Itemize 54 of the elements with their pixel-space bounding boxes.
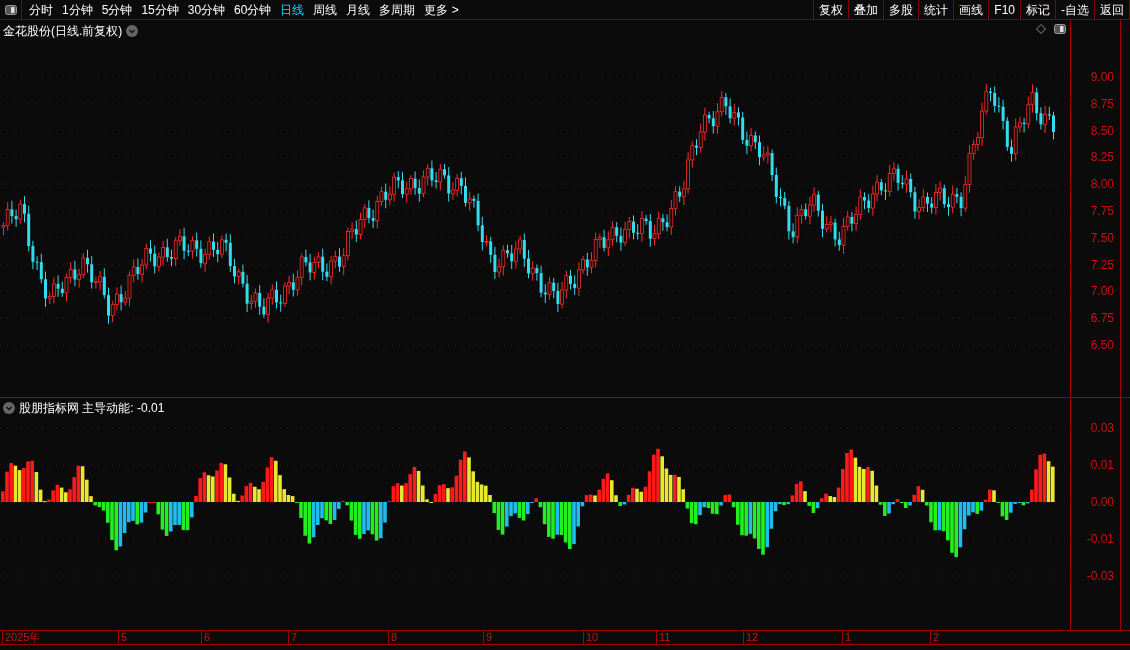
diamond-icon[interactable] bbox=[1036, 24, 1046, 34]
indicator-label: -0.01 bbox=[1086, 533, 1114, 545]
date-label: 9 bbox=[483, 631, 493, 644]
indicator-label: 0.00 bbox=[1090, 496, 1114, 508]
toolbar-button[interactable]: 标记 bbox=[1021, 0, 1056, 19]
period-tab[interactable]: 多周期 bbox=[379, 0, 416, 19]
price-label: 7.50 bbox=[1090, 231, 1114, 244]
toolbar-button[interactable]: F10 bbox=[989, 0, 1021, 19]
date-label: 5 bbox=[118, 631, 128, 644]
chart-title: 金花股份(日线.前复权) bbox=[3, 23, 123, 40]
price-label: 8.00 bbox=[1090, 178, 1114, 191]
price-label: 8.50 bbox=[1090, 124, 1114, 137]
price-label: 6.75 bbox=[1090, 312, 1114, 325]
indicator-label: 0.03 bbox=[1090, 422, 1114, 434]
price-label: 9.00 bbox=[1090, 71, 1114, 83]
period-tab[interactable]: 15分钟 bbox=[141, 0, 179, 19]
period-tab[interactable]: 1分钟 bbox=[62, 0, 93, 19]
date-label: 8 bbox=[388, 631, 398, 644]
price-label: 8.25 bbox=[1090, 151, 1114, 164]
date-label: 2025年 bbox=[2, 631, 41, 644]
toolbar-button[interactable]: 画线 bbox=[954, 0, 990, 19]
date-label: 10 bbox=[583, 631, 599, 644]
toolbar-button[interactable]: -自选 bbox=[1056, 0, 1095, 19]
date-label: 1 bbox=[842, 631, 852, 644]
chevron-down-icon[interactable] bbox=[3, 402, 15, 414]
date-label: 12 bbox=[743, 631, 759, 644]
period-tab[interactable]: 日线 bbox=[280, 0, 305, 19]
period-tab[interactable]: 更多 > bbox=[424, 0, 459, 19]
toolbar-button[interactable]: 统计 bbox=[919, 0, 955, 19]
period-tab[interactable]: 月线 bbox=[346, 0, 371, 19]
price-label: 7.25 bbox=[1090, 258, 1114, 271]
price-label: 7.75 bbox=[1090, 205, 1114, 217]
date-label: 2 bbox=[930, 631, 940, 644]
date-label: 11 bbox=[656, 631, 671, 644]
indicator-label: 0.01 bbox=[1090, 459, 1114, 471]
panel-icon[interactable] bbox=[4, 4, 17, 15]
period-tab[interactable]: 分时 bbox=[29, 0, 53, 19]
price-label: 7.00 bbox=[1090, 285, 1114, 298]
toolbar-button[interactable]: 多股 bbox=[884, 0, 920, 19]
date-label: 7 bbox=[288, 631, 298, 644]
toolbar-button[interactable]: 返回 bbox=[1095, 0, 1130, 19]
period-tab[interactable]: 周线 bbox=[313, 0, 338, 19]
indicator-title: 股朋指标网 主导动能: -0.01 bbox=[19, 400, 165, 417]
date-label: 6 bbox=[201, 631, 211, 644]
period-tab[interactable]: 60分钟 bbox=[234, 0, 272, 19]
period-tab[interactable]: 5分钟 bbox=[101, 0, 133, 19]
toolbar-button[interactable]: 复权 bbox=[814, 0, 850, 19]
price-label: 6.50 bbox=[1090, 339, 1114, 351]
period-tab[interactable]: 30分钟 bbox=[187, 0, 226, 19]
chevron-down-icon[interactable] bbox=[126, 25, 139, 37]
indicator-label: -0.03 bbox=[1086, 570, 1114, 582]
price-label: 8.75 bbox=[1090, 97, 1114, 110]
panel-icon[interactable] bbox=[1054, 24, 1066, 34]
toolbar-button[interactable]: 叠加 bbox=[849, 0, 885, 19]
